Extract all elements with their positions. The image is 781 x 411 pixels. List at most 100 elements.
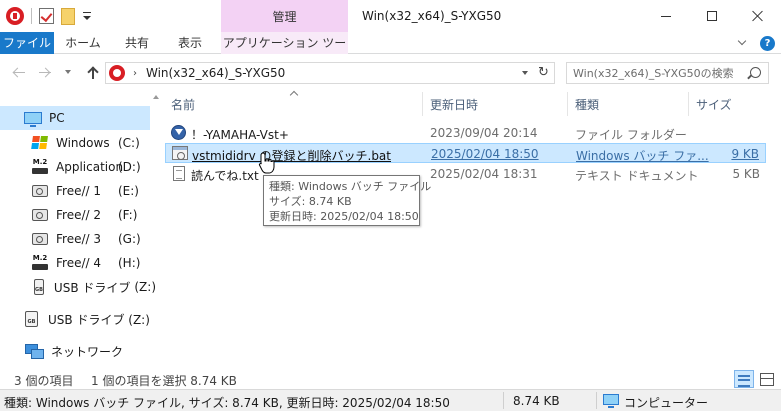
back-button[interactable] — [12, 67, 26, 79]
column-header-name[interactable]: 名前 — [171, 96, 195, 113]
m2-drive-icon: M.2 — [32, 255, 48, 271]
usb-drive-icon: GB — [25, 311, 38, 327]
nav-label: ネットワーク — [51, 344, 124, 359]
address-dropdown-icon[interactable] — [522, 71, 528, 75]
nav-label: Free// 3 — [56, 232, 101, 246]
file-info-tooltip: 種類: Windows バッチ ファイル サイズ: 8.74 KB 更新日時: … — [263, 175, 432, 226]
file-date: 2025/02/04 18:31 — [430, 167, 538, 181]
navigation-bar: › Win(x32_x64)_S-YXG50 ↻ — [0, 55, 781, 91]
breadcrumb-path[interactable]: Win(x32_x64)_S-YXG50 — [146, 66, 285, 80]
file-row[interactable]: 読んでね.txt 2025/02/04 18:31 テキスト ドキュメント 5 … — [165, 164, 766, 184]
file-type: ファイル フォルダー — [575, 128, 687, 142]
tooltip-date: 更新日時: 2025/02/04 18:50 — [269, 210, 419, 223]
toolbar-divider — [31, 8, 32, 24]
nav-label: PC — [49, 111, 65, 125]
details-info-bar: 種類: Windows バッチ ファイル, サイズ: 8.74 KB, 更新日時… — [0, 389, 781, 411]
column-header-size[interactable]: サイズ — [696, 96, 732, 113]
drive-letter: (G:) — [118, 232, 141, 246]
batch-file-icon — [172, 146, 188, 160]
computer-icon — [603, 394, 619, 408]
folder-yamaha-icon — [171, 125, 186, 140]
nav-label: Free// 1 — [56, 184, 101, 198]
nav-label: Windows — [56, 136, 110, 150]
search-box[interactable] — [566, 62, 769, 84]
search-input[interactable] — [573, 65, 743, 81]
minimize-button[interactable] — [643, 0, 689, 32]
close-button[interactable] — [735, 0, 781, 32]
nav-item-drive-z[interactable]: GB USB ドライブ (Z:) — [0, 275, 156, 299]
nav-scroll-up-icon[interactable] — [153, 95, 159, 99]
nav-item-drive-f[interactable]: Free// 2 (F:) — [0, 203, 150, 227]
selection-info: 1 個の項目を選択 8.74 KB — [91, 374, 237, 388]
nav-item-pc[interactable]: PC — [0, 106, 150, 130]
properties-icon[interactable] — [39, 8, 54, 24]
info-size: 8.74 KB — [513, 394, 560, 408]
quick-access-toolbar — [6, 7, 99, 25]
ribbon-tabs: ファイル ホーム 共有 表示 アプリケーション ツール ? — [0, 32, 781, 72]
nav-item-network[interactable]: ネットワーク — [0, 339, 150, 363]
customize-toolbar-icon[interactable] — [82, 9, 92, 23]
pc-icon — [24, 112, 42, 127]
nav-item-drive-g[interactable]: Free// 3 (G:) — [0, 227, 150, 251]
app-icon[interactable] — [6, 7, 24, 25]
file-row-selected[interactable]: vstmididrv の登録と削除バッチ.bat 2025/02/04 18:5… — [165, 143, 766, 163]
file-row[interactable]: ！-YAMAHA-Vst+ 2023/09/04 20:14 ファイル フォルダ… — [165, 123, 766, 143]
nav-item-drive-h[interactable]: M.2 Free// 4 (H:) — [0, 251, 150, 275]
info-divider — [503, 392, 504, 409]
forward-button[interactable] — [38, 67, 52, 79]
tab-view[interactable]: 表示 — [164, 32, 216, 54]
tab-application-tools[interactable]: アプリケーション ツール — [221, 32, 348, 72]
refresh-icon[interactable]: ↻ — [538, 66, 552, 80]
file-date: 2025/02/04 18:50 — [431, 147, 539, 161]
network-icon — [25, 344, 44, 359]
usb-drive-icon: GB — [34, 279, 44, 295]
hard-disk-icon — [32, 209, 48, 221]
column-divider[interactable] — [688, 92, 689, 116]
manage-context-tab[interactable]: 管理 — [221, 0, 348, 32]
nav-item-drive-c[interactable]: Windows (C:) — [0, 131, 150, 155]
tab-home[interactable]: ホーム — [57, 32, 109, 54]
new-folder-icon[interactable] — [61, 7, 75, 25]
hard-disk-icon — [32, 185, 48, 197]
help-icon[interactable]: ? — [760, 36, 775, 51]
windows-logo-icon — [31, 136, 49, 150]
maximize-button[interactable] — [689, 0, 735, 32]
breadcrumb-chevron-icon[interactable]: › — [133, 68, 137, 79]
location-app-icon — [109, 65, 125, 81]
nav-item-usb-root[interactable]: GB USB ドライブ (Z:) — [0, 307, 150, 331]
navigation-pane: PC Windows (C:) M.2 Application (D:) Fre… — [0, 92, 156, 368]
tooltip-type: 種類: Windows バッチ ファイル — [269, 180, 432, 193]
tooltip-size: サイズ: 8.74 KB — [269, 195, 352, 208]
nav-item-drive-e[interactable]: Free// 1 (E:) — [0, 179, 150, 203]
tab-share[interactable]: 共有 — [113, 32, 161, 54]
up-button[interactable] — [87, 66, 99, 80]
search-icon[interactable] — [750, 67, 761, 78]
column-divider[interactable] — [567, 92, 568, 116]
hard-disk-icon — [32, 233, 48, 245]
nav-label: Application — [56, 160, 124, 174]
drive-letter: (F:) — [118, 208, 138, 222]
info-divider — [596, 392, 597, 409]
large-icons-view-button[interactable] — [757, 370, 777, 388]
details-view-button[interactable] — [734, 370, 754, 388]
nav-label: Free// 4 — [56, 256, 101, 270]
file-size: 5 KB — [732, 167, 760, 181]
tab-file[interactable]: ファイル — [0, 32, 54, 54]
sort-ascending-icon — [290, 90, 298, 98]
file-type: Windows バッチ ファ... — [576, 149, 709, 163]
drive-letter: (D:) — [118, 160, 141, 174]
close-icon — [752, 10, 764, 22]
expand-ribbon-icon[interactable] — [738, 37, 748, 47]
column-header-type[interactable]: 種類 — [575, 96, 599, 113]
recent-locations-chevron-icon[interactable] — [65, 70, 71, 74]
window-title: Win(x32_x64)_S-YXG50 — [362, 9, 502, 23]
column-divider[interactable] — [422, 92, 423, 116]
status-bar: 3 個の項目 1 個の項目を選択 8.74 KB — [0, 368, 781, 389]
address-bar[interactable]: › Win(x32_x64)_S-YXG50 ↻ — [105, 62, 555, 84]
nav-item-drive-d[interactable]: M.2 Application (D:) — [0, 155, 150, 179]
drive-letter: (E:) — [118, 184, 139, 198]
info-location: コンピューター — [624, 396, 709, 410]
drive-letter: (Z:) — [134, 280, 157, 294]
nav-label: Free// 2 — [56, 208, 101, 222]
column-header-date[interactable]: 更新日時 — [430, 96, 478, 113]
